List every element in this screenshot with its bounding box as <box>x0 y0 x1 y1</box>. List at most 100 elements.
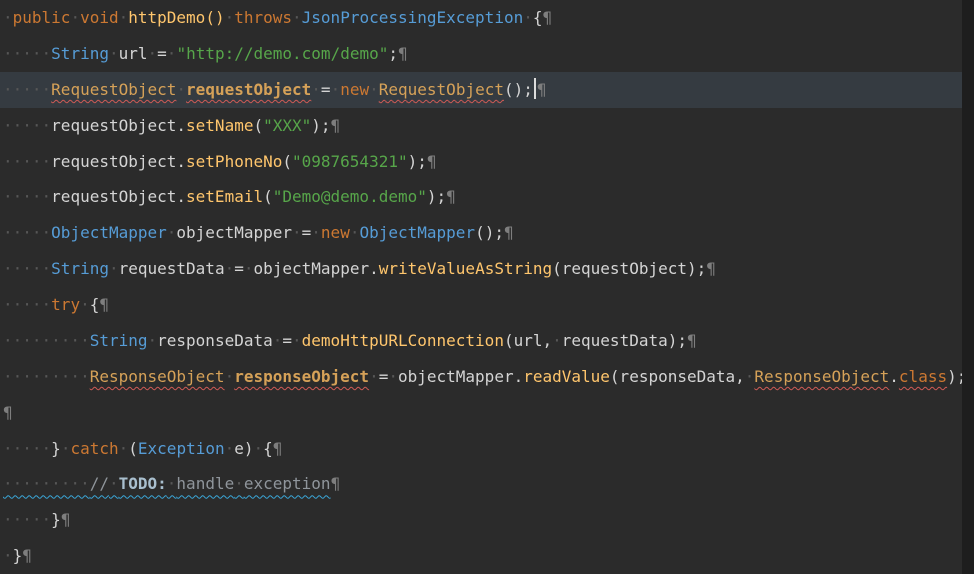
code-line-8[interactable]: ·····String·requestData·=·objectMapper.w… <box>0 251 962 287</box>
token-ws: · <box>552 330 562 350</box>
token-pl: requestObject. <box>51 187 187 207</box>
token-ws: · <box>3 8 13 27</box>
token-un: ResponseObject <box>754 366 890 386</box>
token-kw: public <box>12 8 71 27</box>
token-un: RequestObject <box>51 79 177 99</box>
token-kw: class <box>898 366 948 386</box>
token-pl: (); <box>503 79 533 99</box>
token-ws: · <box>166 43 177 63</box>
token-pl: (requestObject); <box>552 259 707 279</box>
token-kw: new <box>320 223 350 243</box>
token-ws: · <box>3 546 13 566</box>
token-ws: ····· <box>3 223 52 243</box>
token-ws: ····· <box>3 43 52 63</box>
text-caret <box>533 77 536 99</box>
token-ws: · <box>80 295 90 314</box>
token-me: setEmail <box>186 187 264 207</box>
token-ws: · <box>388 366 398 386</box>
code-editor[interactable]: ·public·void·httpDemo()·throws·JsonProce… <box>0 0 974 574</box>
token-pl: = <box>320 79 331 99</box>
token-pl: ); <box>311 115 331 135</box>
token-ws: · <box>118 438 129 458</box>
token-pl: { <box>263 438 273 458</box>
token-pil: ¶ <box>330 115 341 135</box>
token-uv: requestObject <box>186 79 312 99</box>
token-ws: · <box>70 8 81 27</box>
token-ws: · <box>292 330 302 350</box>
token-pl: = <box>301 223 312 243</box>
token-ty: String <box>89 330 148 350</box>
token-pl: (); <box>475 223 504 243</box>
token-ws: · <box>108 474 119 494</box>
token-ws: · <box>292 223 302 243</box>
code-line-15[interactable]: ·····}¶ <box>0 502 962 538</box>
code-line-12[interactable]: ¶ <box>0 395 962 431</box>
token-ws: ····· <box>3 295 52 314</box>
token-un: ResponseObject <box>89 366 225 386</box>
code-line-11[interactable]: ·········ResponseObject·responseObject·=… <box>0 359 962 395</box>
token-cm: // <box>89 474 109 494</box>
token-me: setPhoneNo <box>186 151 283 171</box>
code-line-4[interactable]: ·····requestObject.setName("XXX");¶ <box>0 108 962 144</box>
token-pl: } <box>51 510 61 530</box>
token-me: httpDemo() <box>128 8 225 27</box>
token-pl: e) <box>234 438 254 458</box>
token-cm: handle <box>176 474 235 494</box>
code-line-10[interactable]: ·········String·responseData·=·demoHttpU… <box>0 323 962 359</box>
code-line-6[interactable]: ·····requestObject.setEmail("Demo@demo.d… <box>0 179 962 215</box>
token-pil: ¶ <box>330 474 341 494</box>
token-kw: new <box>340 79 370 99</box>
token-ws: ····· <box>3 151 52 171</box>
token-ws: ····· <box>3 187 52 207</box>
token-pl: ); <box>407 151 427 171</box>
token-pil: ¶ <box>60 510 71 530</box>
code-line-1[interactable]: ·public·void·httpDemo()·throws·JsonProce… <box>0 0 962 36</box>
token-ws: ········· <box>3 330 90 350</box>
token-me: setName <box>186 115 254 135</box>
code-line-5[interactable]: ·····requestObject.setPhoneNo("098765432… <box>0 144 962 180</box>
token-ty: ObjectMapper <box>51 223 167 243</box>
token-st: "XXX" <box>263 115 312 135</box>
token-pl: responseData <box>157 330 273 350</box>
token-ws: · <box>311 79 321 99</box>
token-ws: ····· <box>3 79 52 99</box>
token-ws: · <box>224 8 235 27</box>
token-cm: exception <box>243 474 331 494</box>
code-line-16[interactable]: ·}¶ <box>0 538 962 574</box>
token-kw: try <box>51 295 81 314</box>
token-ws: · <box>234 474 244 494</box>
overview-ruler[interactable] <box>962 0 974 574</box>
code-area[interactable]: ·public·void·httpDemo()·throws·JsonProce… <box>0 0 962 574</box>
code-line-7[interactable]: ·····ObjectMapper·objectMapper·=·new·Obj… <box>0 215 962 251</box>
token-pil: ¶ <box>542 8 553 27</box>
token-pl: ; <box>388 43 398 63</box>
token-pil: ¶ <box>426 151 437 171</box>
token-pl: ); <box>947 366 962 386</box>
code-line-14[interactable]: ·········//·TODO:·handle·exception¶ <box>0 466 962 502</box>
token-pil: ¶ <box>687 330 697 350</box>
code-line-9[interactable]: ·····try·{¶ <box>0 287 962 323</box>
token-ws: · <box>369 79 379 99</box>
token-ws: · <box>108 43 119 63</box>
token-pl: objectMapper. <box>253 259 379 279</box>
token-ty: String <box>51 43 109 63</box>
token-pil: ¶ <box>272 438 283 458</box>
code-line-2[interactable]: ·····String·url·=·"http://demo.com/demo"… <box>0 36 962 72</box>
token-ws: · <box>176 79 187 99</box>
token-pl: = <box>234 259 244 279</box>
token-ws: · <box>224 438 235 458</box>
token-pl: requestObject. <box>51 151 187 171</box>
token-pl: . <box>889 366 899 386</box>
token-ws: ····· <box>3 510 52 530</box>
token-ws: · <box>292 8 302 27</box>
token-pil: ¶ <box>446 187 456 207</box>
token-td: TODO: <box>118 474 167 494</box>
token-pl: = <box>378 366 389 386</box>
token-ws: · <box>224 259 235 279</box>
code-line-13[interactable]: ·····}·catch·(Exception·e)·{¶ <box>0 431 962 467</box>
token-pl: (responseData, <box>609 366 745 386</box>
code-line-3[interactable]: ·····RequestObject·requestObject·=·new·R… <box>0 71 962 108</box>
token-pl: { <box>532 8 543 27</box>
token-ws: · <box>224 366 235 386</box>
token-kw: catch <box>70 438 119 458</box>
